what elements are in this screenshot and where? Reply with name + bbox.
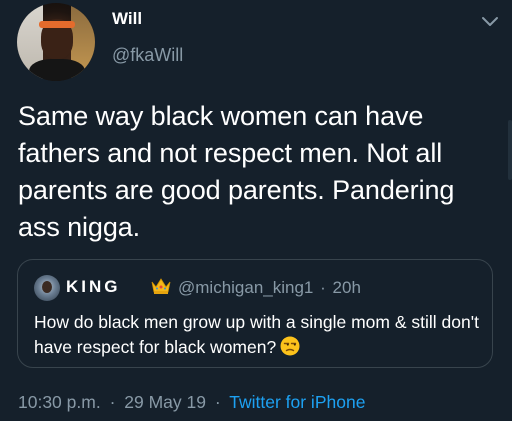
crown-emoji-icon [151, 278, 171, 294]
tweet-metadata: 10:30 p.m. · 29 May 19 · Twitter for iPh… [18, 392, 365, 413]
tweet-time[interactable]: 10:30 p.m. [18, 392, 101, 412]
tweet-text: Same way black women can have fathers an… [18, 101, 455, 242]
author-handle[interactable]: @fkaWill [112, 45, 183, 66]
tweet-date[interactable]: 29 May 19 [124, 392, 206, 412]
quoted-author-handle[interactable]: @michigan_king1 [178, 278, 313, 297]
separator: · [109, 392, 116, 412]
quoted-handle-and-time: @michigan_king1 · 20h [178, 278, 361, 298]
avatar-shirt [29, 59, 85, 81]
separator: · [320, 278, 326, 297]
quoted-author-avatar[interactable] [34, 275, 60, 301]
unamused-face-emoji-icon [280, 336, 300, 356]
quoted-author-display-name[interactable]: KING [66, 277, 121, 297]
author-avatar[interactable] [17, 3, 95, 81]
quoted-tweet-text: How do black men grow up with a single m… [34, 310, 480, 360]
quoted-tweet-card[interactable]: KING @michigan_king1 · 20h How do black … [17, 259, 493, 368]
separator: · [214, 392, 221, 412]
quoted-tweet-age[interactable]: 20h [333, 278, 361, 297]
author-display-name[interactable]: Will [112, 9, 142, 29]
quoted-tweet-text-content: How do black men grow up with a single m… [34, 312, 479, 357]
tweet: Will @fkaWill Same way black women can h… [0, 0, 512, 421]
tweet-source-link[interactable]: Twitter for iPhone [229, 392, 365, 412]
avatar-headband [39, 21, 75, 28]
quoted-avatar-face [42, 281, 52, 293]
chevron-down-icon[interactable] [478, 12, 502, 32]
scrollbar-thumb[interactable] [508, 120, 512, 180]
